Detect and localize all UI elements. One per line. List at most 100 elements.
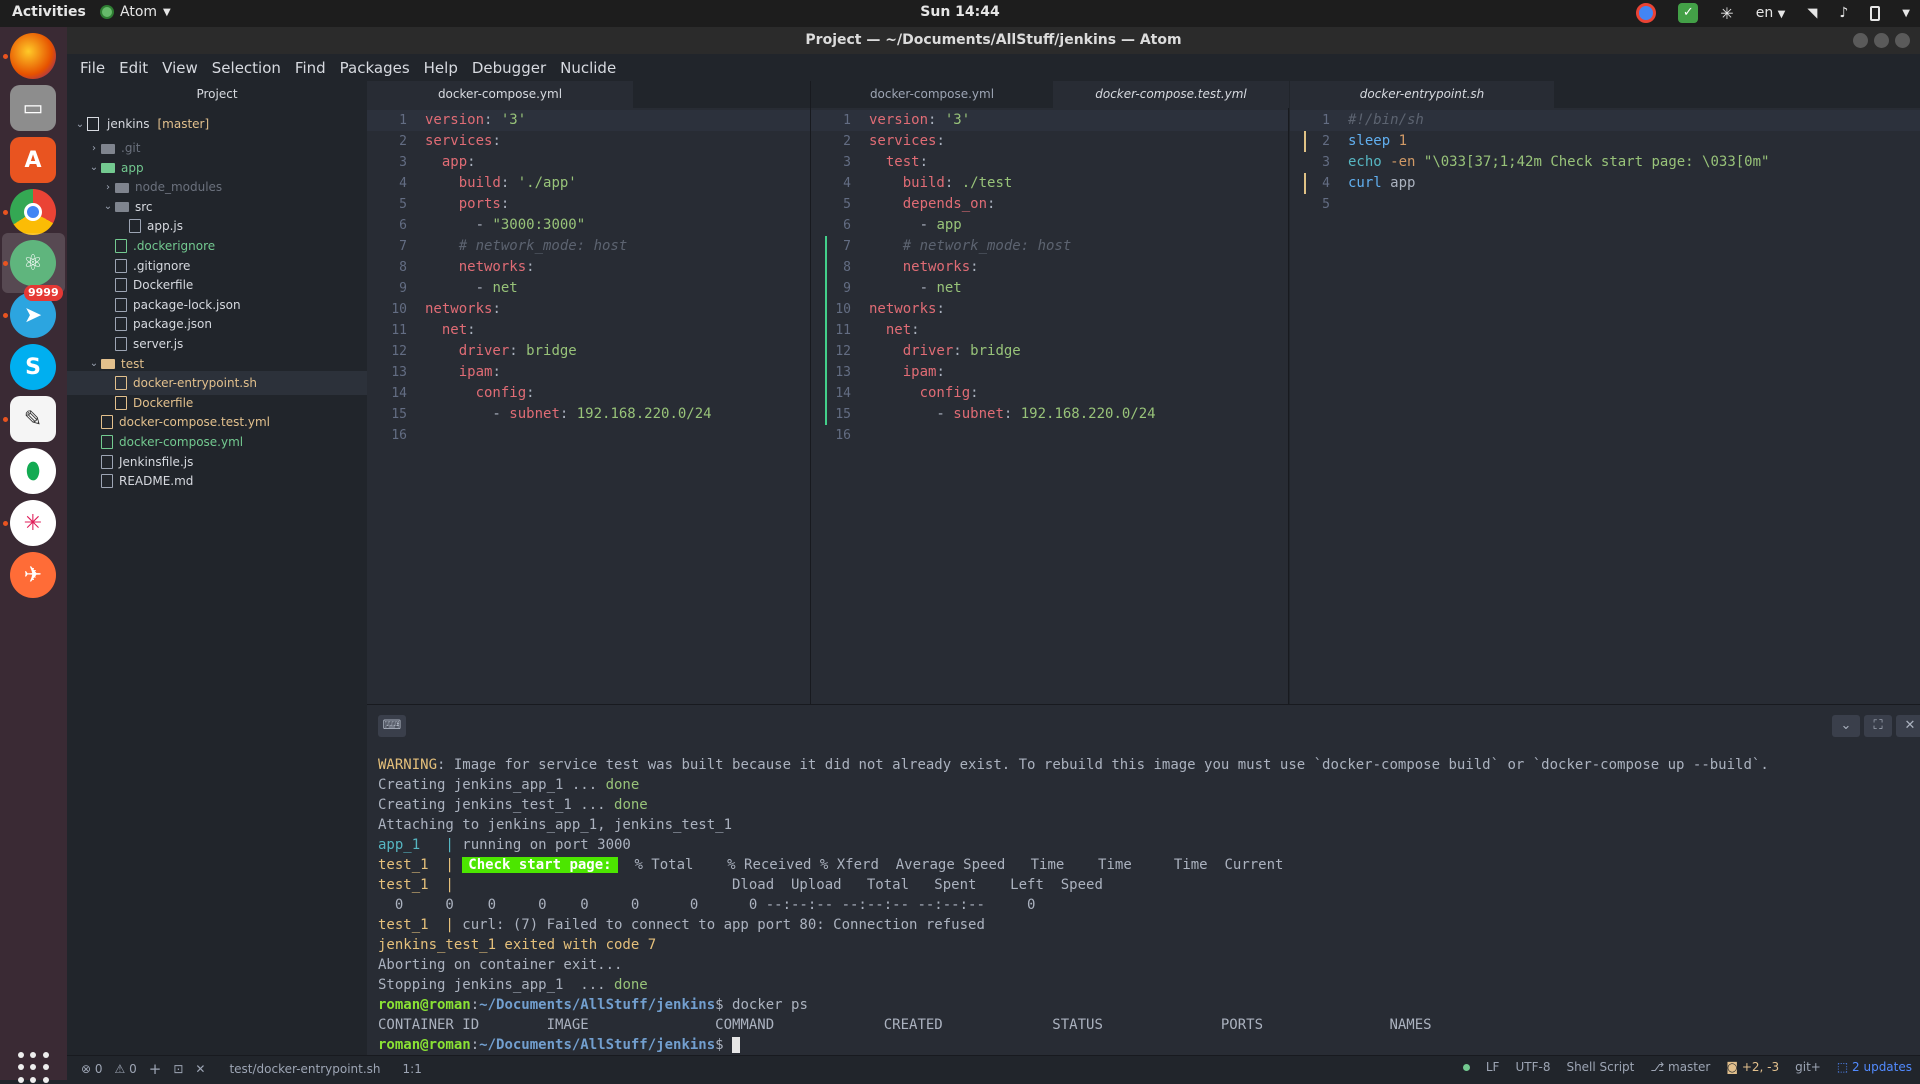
- code-line: 7 # network_mode: host: [367, 236, 810, 257]
- terminal-text: ~/Documents/AllStuff/jenkins: [479, 1037, 716, 1053]
- software-center-icon[interactable]: A: [10, 137, 56, 183]
- clock[interactable]: Sun 14:44: [0, 4, 1920, 20]
- close-button[interactable]: [1895, 33, 1910, 48]
- line-ending[interactable]: LF: [1486, 1060, 1500, 1074]
- battery-icon[interactable]: [1870, 5, 1881, 21]
- terminal-line: test_1 | curl: (7) Failed to connect to …: [378, 915, 1769, 935]
- menu-selection[interactable]: Selection: [205, 59, 288, 77]
- code-text: networks:: [869, 299, 945, 320]
- postman-icon[interactable]: ✈: [10, 552, 56, 598]
- code-token: :: [919, 154, 929, 170]
- terminal-icon[interactable]: ⊡: [173, 1062, 183, 1076]
- code-line: 13 ipam:: [811, 362, 1288, 383]
- errors-indicator[interactable]: ⊗ 0: [81, 1062, 103, 1076]
- chevron-down-icon: ▼: [1777, 9, 1786, 20]
- slack-tray-icon[interactable]: ✳: [1720, 4, 1733, 23]
- cursor-position[interactable]: 1:1: [403, 1062, 422, 1076]
- warnings-indicator[interactable]: ⚠ 0: [115, 1062, 137, 1076]
- system-tray: ✓ ✳ en ▼ ◥ ♪ ▼: [1636, 3, 1910, 23]
- encoding[interactable]: UTF-8: [1515, 1060, 1550, 1074]
- tree-root[interactable]: ⌄ jenkins [master]: [67, 112, 367, 136]
- atom-icon[interactable]: ⚛: [10, 240, 56, 286]
- file-path[interactable]: test/docker-entrypoint.sh: [229, 1062, 380, 1076]
- menu-packages[interactable]: Packages: [333, 59, 417, 77]
- wifi-icon[interactable]: ◥: [1807, 6, 1817, 21]
- code-text: test:: [869, 152, 928, 173]
- terminal-text: running on port 3000: [453, 837, 631, 853]
- branch-label: [master]: [157, 117, 210, 131]
- menu-file[interactable]: File: [73, 59, 112, 77]
- menu-debugger[interactable]: Debugger: [465, 59, 553, 77]
- editor-pane-right[interactable]: docker-entrypoint.sh 1 #!/bin/sh 2 sleep 13…: [1290, 81, 1920, 704]
- code-line: 3 echo -en "\033[37;1;42m Check start pag…: [1290, 152, 1920, 173]
- language-selector[interactable]: en ▼: [1756, 5, 1786, 21]
- line-number: 14: [391, 386, 407, 401]
- code-token: version: [869, 112, 929, 128]
- line-number: 2: [399, 134, 407, 149]
- editor-pane-middle[interactable]: docker-compose.yml docker-compose.test.y…: [811, 81, 1289, 704]
- menu-nuclide[interactable]: Nuclide: [553, 59, 623, 77]
- show-applications-icon[interactable]: [18, 1052, 50, 1084]
- grammar[interactable]: Shell Script: [1566, 1060, 1634, 1074]
- files-icon[interactable]: ▭: [10, 85, 56, 131]
- firefox-icon[interactable]: [10, 33, 56, 79]
- close-terminal-button[interactable]: ✕: [1896, 715, 1920, 737]
- git-added-marker: [825, 236, 827, 257]
- git-plus[interactable]: git+: [1795, 1060, 1821, 1074]
- menu-find[interactable]: Find: [288, 59, 333, 77]
- tab-docker-compose-test[interactable]: docker-compose.test.yml: [1053, 81, 1289, 108]
- code-text: depends_on:: [869, 194, 996, 215]
- tab-docker-compose[interactable]: docker-compose.yml: [811, 81, 1053, 108]
- text-editor-icon[interactable]: ✎: [10, 396, 56, 442]
- chrome-notify-icon[interactable]: [1636, 3, 1657, 23]
- skype-icon[interactable]: S: [10, 344, 56, 390]
- code-text: sleep 1: [1348, 131, 1407, 152]
- check-shield-icon[interactable]: ✓: [1678, 3, 1699, 23]
- menu-edit[interactable]: Edit: [112, 59, 155, 77]
- chrome-icon[interactable]: [10, 189, 56, 235]
- mongodb-compass-icon[interactable]: ⬮: [10, 448, 56, 494]
- code-token: :: [911, 322, 920, 338]
- slack-icon[interactable]: ✳: [10, 500, 56, 546]
- git-branch[interactable]: ⎇ master: [1650, 1060, 1710, 1074]
- code-area[interactable]: 1 #!/bin/sh 2 sleep 1 3 echo -en "\033[37;1;4…: [1290, 110, 1920, 215]
- tab-docker-entrypoint[interactable]: docker-entrypoint.sh: [1290, 81, 1554, 108]
- terminal-output[interactable]: WARNING: Image for service test was buil…: [378, 755, 1769, 1055]
- maximize-terminal-button[interactable]: ⛶: [1864, 715, 1892, 737]
- terminal-text: $ docker ps: [715, 997, 808, 1013]
- close-icon[interactable]: ✕: [195, 1062, 205, 1076]
- file-icon: [115, 278, 127, 293]
- terminal-panel[interactable]: ⌨ ⌄ ⛶ ✕ WARNING: Image for service test …: [367, 704, 1920, 1061]
- chevron-down-icon: ⌄: [89, 358, 99, 370]
- maximize-button[interactable]: [1874, 33, 1889, 48]
- minimize-button[interactable]: [1853, 33, 1868, 48]
- line-number: 3: [1322, 155, 1330, 170]
- code-token: :: [500, 175, 518, 191]
- tree-item-label: .dockerignore: [133, 239, 216, 253]
- git-diff[interactable]: ◙ +2, -3: [1726, 1060, 1779, 1074]
- line-number: 11: [391, 323, 407, 338]
- keyboard-icon[interactable]: ⌨: [378, 715, 406, 737]
- updates-indicator[interactable]: ⬚ 2 updates: [1837, 1060, 1912, 1074]
- terminal-text: Creating jenkins_test_1 ...: [378, 797, 615, 813]
- menu-help[interactable]: Help: [417, 59, 465, 77]
- collapse-terminal-button[interactable]: ⌄: [1832, 715, 1860, 737]
- code-area[interactable]: 1 version: '3' 2 services: 3 test: 4 build: .…: [811, 110, 1288, 446]
- editor-pane-left[interactable]: docker-compose.yml 1 version: '3' 2 service…: [367, 81, 811, 704]
- tree-title[interactable]: Project: [67, 81, 367, 108]
- tree-file[interactable]: README.md: [67, 469, 367, 493]
- status-dot-icon: [1462, 1063, 1470, 1071]
- volume-icon[interactable]: ♪: [1839, 5, 1848, 21]
- code-token: net: [936, 280, 962, 296]
- tab-docker-compose[interactable]: docker-compose.yml: [367, 81, 633, 108]
- code-token: #!/bin/sh: [1348, 112, 1424, 128]
- code-token: build: [902, 175, 945, 191]
- add-icon[interactable]: +: [149, 1060, 162, 1078]
- code-area[interactable]: 1 version: '3' 2 services: 3 app: 4 build: '.…: [367, 110, 810, 446]
- line-number: 10: [835, 302, 851, 317]
- chevron-down-icon[interactable]: ▼: [1902, 8, 1910, 19]
- line-number: 15: [835, 407, 851, 422]
- menu-view[interactable]: View: [155, 59, 205, 77]
- code-line: 12 driver: bridge: [367, 341, 810, 362]
